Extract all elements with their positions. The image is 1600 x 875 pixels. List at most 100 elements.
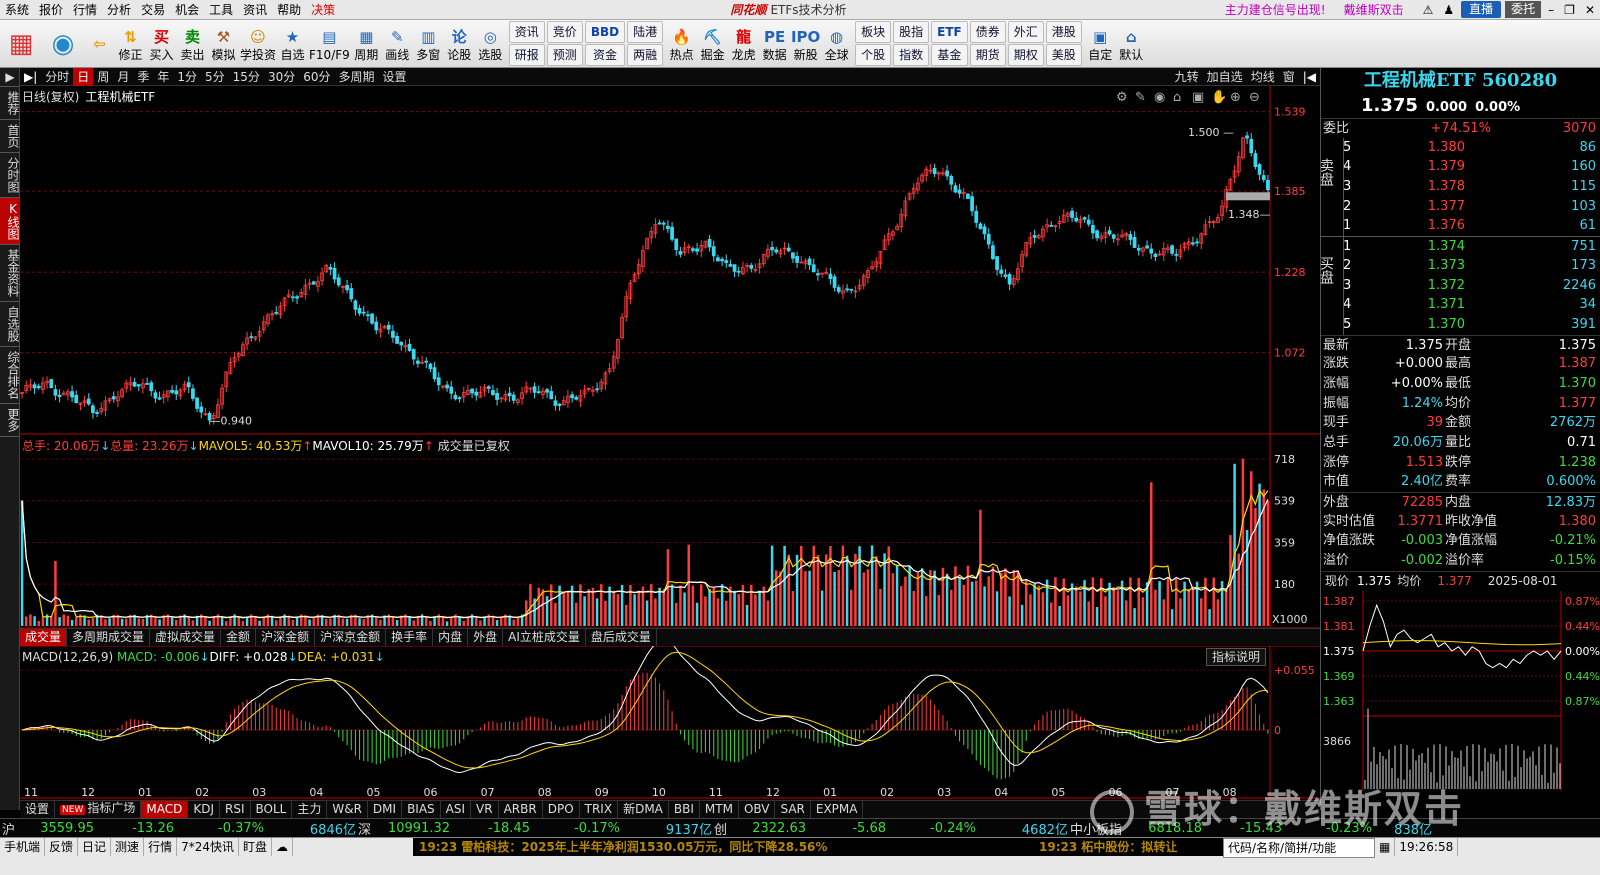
toolbar-stock-button[interactable]: 论论股 [444, 20, 475, 67]
toolbar-grid-button[interactable]: 美股 [1045, 44, 1082, 66]
status-item-0[interactable]: 手机端 [0, 838, 46, 856]
cloud-icon[interactable]: ☁ [272, 838, 293, 856]
user-icon[interactable]: ♟ [1438, 0, 1459, 20]
hand-icon[interactable]: ✋ [1211, 89, 1227, 105]
indicator-tab-14[interactable]: TRIX [580, 801, 619, 818]
toolbar-hot-button[interactable]: 🔥 热点 [666, 20, 697, 67]
side-tab-0[interactable]: 推荐 [0, 87, 20, 120]
toolbar-grid-button[interactable]: 个股 [855, 44, 892, 66]
toolbar-dragon-button[interactable]: 龍龙虎 [728, 20, 759, 67]
live-button[interactable]: 直播 [1461, 1, 1502, 18]
indicator-tab-5[interactable]: BOLL [251, 801, 293, 818]
side-expand-icon[interactable]: ▶ [0, 68, 20, 87]
toolbar-grid-button[interactable]: 期货 [969, 44, 1006, 66]
indicator-tab-11[interactable]: VR [471, 801, 499, 818]
indicator-tab-18[interactable]: OBV [739, 801, 776, 818]
gear-icon[interactable]: ⚙ [1116, 90, 1128, 105]
period-right-1[interactable]: 加自选 [1203, 68, 1247, 86]
toolbar-grid-button[interactable]: 板块 [855, 21, 892, 43]
toolbar-app-button[interactable]: ▦ [0, 20, 42, 67]
toolbar-pe-button[interactable]: PE 数据 [759, 20, 790, 67]
indicator-tab-7[interactable]: W&R [327, 801, 368, 818]
menu-item-2[interactable]: 行情 [68, 0, 102, 20]
volume-tab-10[interactable]: 盘后成交量 [586, 629, 657, 646]
brush-icon[interactable]: ✎ [1135, 90, 1146, 105]
signal-link-2[interactable]: 戴维斯双击 [1344, 1, 1404, 18]
period-tab-7[interactable]: 5分 [201, 68, 229, 86]
indicator-tab-16[interactable]: BBI [669, 801, 700, 818]
indicator-help-button[interactable]: 指标说明 [1206, 648, 1267, 666]
toolbar-grid-button[interactable]: ETF [931, 21, 968, 43]
indicator-tab-19[interactable]: SAR [775, 801, 811, 818]
volume-tab-0[interactable]: 成交量 [20, 629, 68, 646]
period-nav-icon[interactable]: ▶| [20, 68, 41, 86]
indicator-tab-10[interactable]: ASI [441, 801, 472, 818]
menu-item-8[interactable]: 帮助 [272, 0, 306, 20]
toolbar-pen-button[interactable]: ✎ 画线 [382, 20, 413, 67]
indicator-tab-12[interactable]: ARBR [499, 801, 543, 818]
menu-item-7[interactable]: 资讯 [238, 0, 272, 20]
status-item-6[interactable]: 盯盘 [239, 838, 272, 856]
volume-tab-3[interactable]: 金额 [221, 629, 257, 646]
menu-item-6[interactable]: 工具 [204, 0, 238, 20]
period-right-2[interactable]: 均线 [1247, 68, 1279, 86]
volume-tab-6[interactable]: 换手率 [386, 629, 434, 646]
period-tab-3[interactable]: 月 [113, 68, 133, 86]
search-input[interactable]: 代码/名称/简拼/功能 [1223, 838, 1375, 858]
period-tab-4[interactable]: 季 [133, 68, 153, 86]
side-tab-7[interactable]: 更多 [0, 404, 20, 437]
period-tab-8[interactable]: 15分 [229, 68, 264, 86]
lock-icon[interactable]: ⌂ [1173, 90, 1181, 105]
period-right-3[interactable]: 窗 [1279, 68, 1299, 86]
toolbar-back-button[interactable]: ⇦ [84, 20, 115, 67]
toolbar-multi-button[interactable]: ▥ 多窗 [413, 20, 444, 67]
period-tab-1[interactable]: 日 [73, 67, 94, 86]
menu-item-1[interactable]: 报价 [34, 0, 68, 20]
period-right-0[interactable]: 九转 [1171, 68, 1203, 86]
toolbar-grid-button[interactable]: 外汇 [1007, 21, 1044, 43]
side-tab-5[interactable]: 自选股 [0, 302, 20, 347]
toolbar-grid-button[interactable]: 两融 [627, 44, 664, 66]
indicator-tab-17[interactable]: MTM [700, 801, 739, 818]
toolbar-select-button[interactable]: ◎ 选股 [475, 20, 506, 67]
toolbar-sell-button[interactable]: 卖卖出 [177, 20, 208, 67]
indicator-tab-3[interactable]: KDJ [188, 801, 220, 818]
status-item-3[interactable]: 测速 [111, 838, 145, 856]
toolbar-grid-button[interactable]: 港股 [1045, 21, 1082, 43]
toolbar-buy-button[interactable]: 买买入 [146, 20, 177, 67]
period-tab-9[interactable]: 30分 [264, 68, 299, 86]
toolbar-grid-button[interactable]: 资讯 [508, 21, 545, 43]
toolbar-custom-button[interactable]: ▣ 自定 [1085, 20, 1116, 67]
toolbar-grid-button[interactable]: 预测 [546, 44, 583, 66]
side-tab-3[interactable]: K线图 [0, 198, 20, 245]
side-tab-1[interactable]: 首页 [0, 120, 20, 153]
toolbar-grid-button[interactable]: 资金 [584, 44, 626, 66]
toolbar-grid-button[interactable]: 债券 [969, 21, 1006, 43]
indicator-tab-1[interactable]: NEW 指标广场 [55, 800, 142, 819]
period-collapse-icon[interactable]: |◀ [1299, 68, 1320, 86]
period-tab-11[interactable]: 多周期 [335, 68, 379, 86]
status-item-4[interactable]: 行情 [144, 838, 178, 856]
indicator-tab-13[interactable]: DPO [543, 801, 580, 818]
indicator-tab-20[interactable]: EXPMA [811, 801, 864, 818]
news-ticker-2[interactable]: 19:23 柘中股份：拟转让 [1033, 838, 1223, 856]
side-tab-2[interactable]: 分时图 [0, 153, 20, 198]
indicator-tab-6[interactable]: 主力 [292, 801, 328, 818]
close-icon[interactable]: ✕ [1580, 0, 1600, 20]
zoom-in-icon[interactable]: ⊕ [1230, 90, 1241, 105]
period-tab-0[interactable]: 分时 [41, 68, 73, 86]
toolbar-grid-button[interactable]: 股指 [893, 21, 930, 43]
toolbar-grid-button[interactable]: 期权 [1007, 44, 1044, 66]
volume-tab-4[interactable]: 沪深金额 [256, 629, 316, 646]
volume-tab-9[interactable]: AI立桩成交量 [503, 629, 586, 646]
alert-icon[interactable]: ⚠ [1418, 0, 1439, 20]
toolbar-grid-button[interactable]: 指数 [893, 44, 930, 66]
menu-item-5[interactable]: 机会 [170, 0, 204, 20]
toolbar-dig-button[interactable]: ⛏ 掘金 [697, 20, 728, 67]
toolbar-grid-button[interactable]: 竞价 [546, 21, 583, 43]
status-item-1[interactable]: 反馈 [45, 838, 79, 856]
toolbar-home-button[interactable]: ⌂ 默认 [1116, 20, 1147, 67]
save-icon[interactable]: ▣ [1192, 90, 1204, 105]
minimize-icon[interactable]: – [1543, 0, 1559, 20]
toolbar-calendar-button[interactable]: ▦ 周期 [351, 20, 382, 67]
